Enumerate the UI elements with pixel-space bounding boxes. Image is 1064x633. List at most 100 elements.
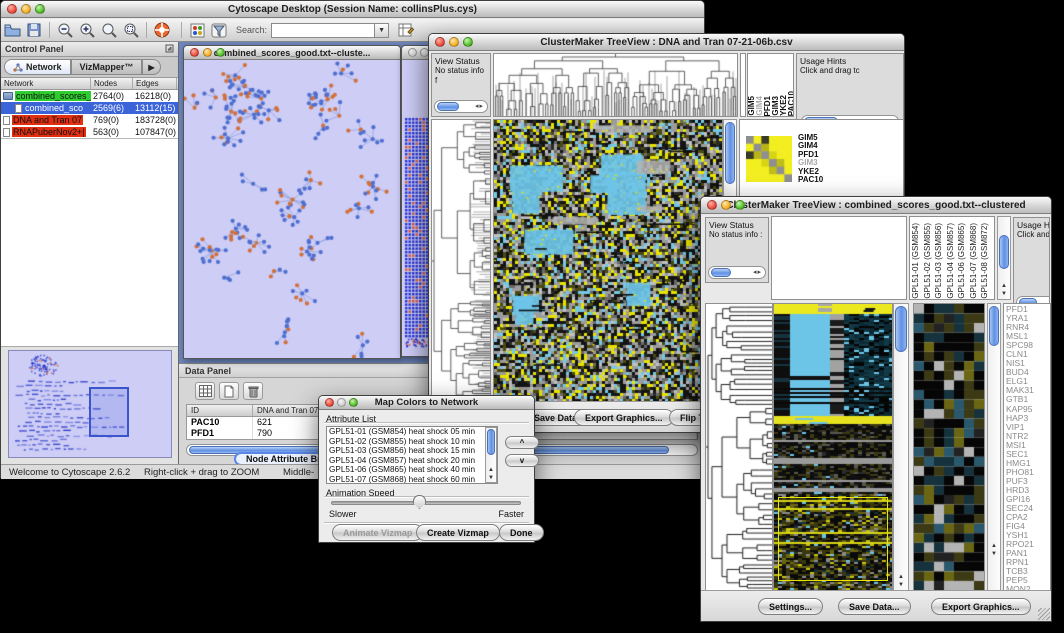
- network-table-row[interactable]: DNA and Tran 07 769(0) 183728(0): [1, 114, 178, 126]
- zoom-button[interactable]: [349, 398, 358, 407]
- array-column-label[interactable]: GPL51-08 (GSM872): [979, 223, 991, 299]
- col-network[interactable]: Network: [1, 78, 91, 89]
- minimize-button[interactable]: [721, 200, 731, 210]
- zoom-fit-button[interactable]: [98, 21, 120, 40]
- save-session-button[interactable]: [23, 21, 45, 40]
- float-panel-icon[interactable]: [165, 44, 174, 55]
- tv1-heatmap[interactable]: [493, 119, 723, 403]
- move-down-button[interactable]: v: [505, 454, 539, 467]
- open-session-button[interactable]: [1, 21, 23, 40]
- tab-network[interactable]: Network: [4, 59, 71, 75]
- move-up-button[interactable]: ^: [505, 436, 539, 449]
- tv2-heatmap[interactable]: [773, 303, 893, 591]
- dialog-title-bar[interactable]: Map Colors to Network: [319, 396, 534, 410]
- scrollbar-thumb[interactable]: [711, 268, 731, 277]
- zoom-button[interactable]: [463, 37, 473, 47]
- delete-attribute-trash-icon[interactable]: [243, 382, 263, 400]
- heatmap-selection-rect[interactable]: [778, 497, 888, 581]
- network-view-title-bar[interactable]: combined_scores_good.txt--cluste...: [184, 46, 400, 60]
- export-graphics-button[interactable]: Export Graphics...: [931, 598, 1031, 615]
- col-id[interactable]: ID: [187, 405, 253, 416]
- col-edges[interactable]: Edges: [133, 78, 177, 89]
- vscrollbar-thumb[interactable]: [895, 306, 907, 352]
- save-data-button[interactable]: Save Data...: [838, 598, 911, 615]
- tv2-title-bar[interactable]: ClusterMaker TreeView : combined_scores_…: [701, 197, 1051, 214]
- help-lifebuoy-button[interactable]: [151, 21, 173, 40]
- settings-button[interactable]: Settings...: [758, 598, 823, 615]
- search-input[interactable]: [271, 23, 375, 38]
- tv1-column-dendrogram[interactable]: [493, 53, 738, 117]
- attribute-item[interactable]: GPL51-07 (GSM868) heat shock 60 min: [327, 475, 485, 484]
- network-tab-icon: [13, 63, 23, 72]
- zoom-button[interactable]: [216, 48, 225, 57]
- tv2-labels-vscrollbar[interactable]: ▲▼: [997, 216, 1011, 300]
- zoom-selected-button[interactable]: [120, 21, 142, 40]
- tv2-zoom-heatmap[interactable]: [913, 303, 985, 591]
- network-view-canvas[interactable]: [184, 60, 400, 358]
- minimize-button[interactable]: [21, 4, 31, 14]
- attribute-item[interactable]: GPL51-03 (GSM856) heat shock 15 min: [327, 446, 485, 456]
- array-column-label[interactable]: GPL51-07 (GSM868): [968, 223, 980, 299]
- export-graphics-button[interactable]: Export Graphics...: [574, 409, 674, 426]
- array-column-label[interactable]: GPL51-04 (GSM857): [945, 223, 957, 299]
- attribute-item[interactable]: GPL51-01 (GSM854) heat shock 05 min: [327, 427, 485, 437]
- minimize-button[interactable]: [337, 398, 346, 407]
- vscrollbar-thumb[interactable]: [725, 122, 735, 184]
- create-vizmap-button[interactable]: Create Vizmap: [416, 524, 500, 541]
- done-button[interactable]: Done: [499, 524, 544, 541]
- tab-vizmapper[interactable]: VizMapper™: [71, 59, 143, 75]
- array-column-label[interactable]: PAC10: [788, 91, 794, 116]
- network-overview-panel[interactable]: [8, 350, 172, 458]
- scrollbar-thumb[interactable]: [437, 102, 459, 111]
- close-button[interactable]: [408, 48, 417, 57]
- tv1-status-scrollbar[interactable]: ◂▸: [434, 100, 488, 113]
- network-table-row[interactable]: combined_sco 2569(6) 13112(15): [1, 102, 178, 114]
- close-button[interactable]: [325, 398, 334, 407]
- tv1-title-bar[interactable]: ClusterMaker TreeView : DNA and Tran 07-…: [429, 34, 904, 51]
- main-title-bar[interactable]: Cytoscape Desktop (Session Name: collins…: [1, 1, 704, 18]
- zoom-out-button[interactable]: [54, 21, 76, 40]
- col-nodes[interactable]: Nodes: [91, 78, 133, 89]
- attribute-list-vscrollbar[interactable]: ▲▼: [485, 427, 497, 483]
- zoom-in-button[interactable]: [76, 21, 98, 40]
- animate-vizmap-button[interactable]: Animate Vizmap: [332, 524, 423, 541]
- vscrollbar-thumb[interactable]: [487, 429, 495, 455]
- array-column-label[interactable]: GPL51-02 (GSM855): [922, 223, 934, 299]
- network-table-row[interactable]: combined_scores_ 2764(0) 16218(0): [1, 90, 178, 102]
- search-dropdown-arrow[interactable]: ▼: [375, 23, 389, 38]
- zoom-button[interactable]: [35, 4, 45, 14]
- overview-viewport-rect[interactable]: [89, 387, 129, 437]
- create-attribute-icon[interactable]: [219, 382, 239, 400]
- animation-speed-slider[interactable]: [331, 501, 521, 505]
- network-table-row[interactable]: RNAPuberNov2+| 563(0) 107847(0): [1, 126, 178, 138]
- tv2-heatmap-vscrollbar[interactable]: ▲▼: [893, 303, 909, 591]
- vscrollbar-thumb[interactable]: [999, 235, 1009, 269]
- array-column-label[interactable]: GPL51-06 (GSM865): [956, 223, 968, 299]
- slider-thumb[interactable]: [413, 495, 426, 509]
- filter-button[interactable]: [208, 21, 230, 40]
- attribute-list[interactable]: GPL51-01 (GSM854) heat shock 05 minGPL51…: [326, 426, 498, 484]
- attribute-browser-button[interactable]: [395, 21, 417, 40]
- close-button[interactable]: [190, 48, 199, 57]
- tv1-row-dendrogram[interactable]: [431, 119, 491, 403]
- select-attributes-icon[interactable]: [195, 382, 215, 400]
- tv2-row-dendrogram[interactable]: [705, 303, 773, 591]
- tv2-genelist-vscrollbar[interactable]: ▲▼: [987, 303, 1001, 591]
- minimize-button[interactable]: [449, 37, 459, 47]
- close-button[interactable]: [435, 37, 445, 47]
- close-button[interactable]: [7, 4, 17, 14]
- vscrollbar-thumb[interactable]: [989, 306, 999, 346]
- tv2-status-scrollbar[interactable]: ◂▸: [708, 266, 766, 279]
- tab-overflow-arrow[interactable]: ▶: [142, 59, 160, 75]
- array-column-label[interactable]: GPL51-01 (GSM854): [910, 223, 922, 299]
- resize-grip[interactable]: [1038, 608, 1050, 620]
- similarity-matrix[interactable]: [746, 136, 792, 182]
- zoom-button[interactable]: [735, 200, 745, 210]
- attribute-item[interactable]: GPL51-04 (GSM857) heat shock 20 min: [327, 456, 485, 466]
- close-button[interactable]: [707, 200, 717, 210]
- array-column-label[interactable]: GPL51-03 (GSM856): [933, 223, 945, 299]
- attribute-item[interactable]: GPL51-06 (GSM865) heat shock 40 min: [327, 465, 485, 475]
- minimize-button[interactable]: [203, 48, 212, 57]
- attribute-item[interactable]: GPL51-02 (GSM855) heat shock 10 min: [327, 437, 485, 447]
- annotation-palette-button[interactable]: [186, 21, 208, 40]
